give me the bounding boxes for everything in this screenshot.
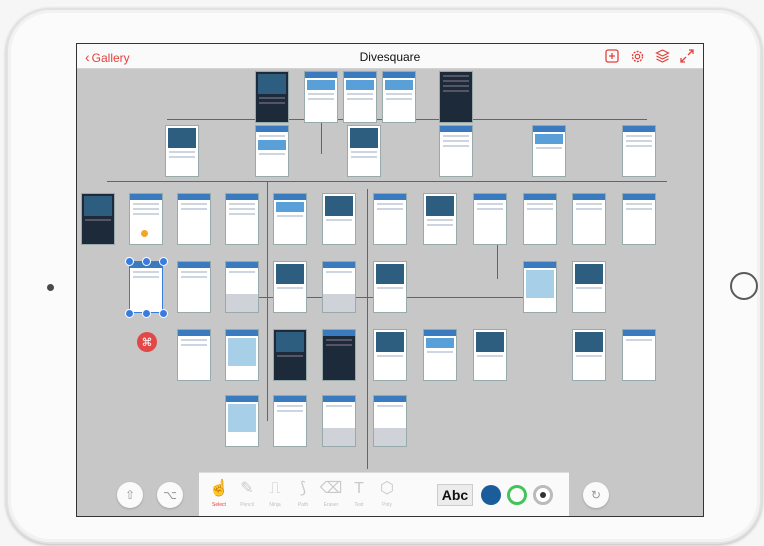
ruler-icon: ⎍: [269, 480, 281, 497]
add-screen-icon[interactable]: [604, 48, 620, 64]
screen-thumbnail[interactable]: [225, 261, 259, 313]
tool-poly[interactable]: ⬡ Poly: [373, 473, 401, 516]
resize-handle[interactable]: [159, 257, 168, 266]
toolbar-icons: [604, 48, 695, 64]
screen-thumbnail[interactable]: [572, 329, 606, 381]
screen-thumbnail[interactable]: [622, 329, 656, 381]
screen-thumbnail[interactable]: [622, 193, 656, 245]
screen-thumbnail[interactable]: [373, 395, 407, 447]
connector-button[interactable]: ⌥: [157, 482, 183, 508]
pencil-icon: ✎: [240, 480, 254, 497]
flow-connector: [267, 181, 268, 421]
tool-pencil[interactable]: ✎ Pencil: [233, 473, 261, 516]
screen-thumbnail[interactable]: [322, 329, 356, 381]
opacity-dot: [540, 492, 546, 498]
screen-thumbnail[interactable]: [382, 71, 416, 123]
screen-thumbnail[interactable]: [439, 125, 473, 177]
screen-thumbnail[interactable]: [473, 193, 507, 245]
selected-screen-thumbnail[interactable]: [129, 261, 163, 313]
screen-thumbnail[interactable]: [177, 261, 211, 313]
fullscreen-icon[interactable]: [679, 48, 695, 64]
upload-button[interactable]: ⇧: [117, 482, 143, 508]
screen-thumbnail[interactable]: [322, 261, 356, 313]
flow-connector: [367, 189, 368, 469]
connector-icon: ⌥: [163, 488, 177, 502]
tool-path[interactable]: ⟆ Path: [289, 473, 317, 516]
front-camera: [47, 284, 54, 291]
app-screen: ‹ Gallery Divesquare ⌘ ⇧ ⌥ ↻ ☝ Select ✎ …: [76, 43, 704, 517]
resize-handle[interactable]: [159, 309, 168, 318]
screen-thumbnail[interactable]: [523, 261, 557, 313]
drawing-toolbar: ☝ Select ✎ Pencil ⎍ Ninja ⟆ Path ⌫ Erase…: [199, 472, 569, 516]
screen-thumbnail[interactable]: [343, 71, 377, 123]
polygon-icon: ⬡: [380, 480, 394, 497]
screen-thumbnail[interactable]: [225, 329, 259, 381]
screen-thumbnail[interactable]: [322, 395, 356, 447]
screen-thumbnail[interactable]: [304, 71, 338, 123]
tool-select[interactable]: ☝ Select: [205, 473, 233, 516]
resize-handle[interactable]: [125, 257, 134, 266]
connection-handle[interactable]: [140, 229, 149, 238]
path-icon: ⟆: [299, 480, 307, 497]
screen-thumbnail[interactable]: [165, 125, 199, 177]
resize-handle[interactable]: [125, 309, 134, 318]
screen-thumbnail[interactable]: [225, 193, 259, 245]
redo-icon: ↻: [590, 488, 602, 502]
text-icon: T: [354, 480, 364, 497]
screen-thumbnail[interactable]: [255, 125, 289, 177]
screen-thumbnail[interactable]: [572, 261, 606, 313]
screen-thumbnail[interactable]: [273, 395, 307, 447]
arrow-up-icon: ⇧: [124, 488, 136, 502]
screen-thumbnail[interactable]: [225, 395, 259, 447]
screen-thumbnail[interactable]: [423, 329, 457, 381]
shortcut-command-button[interactable]: ⌘: [137, 332, 157, 352]
screen-thumbnail[interactable]: [473, 329, 507, 381]
screen-thumbnail[interactable]: [322, 193, 356, 245]
screen-thumbnail[interactable]: [423, 193, 457, 245]
screen-thumbnail[interactable]: [373, 329, 407, 381]
redo-button[interactable]: ↻: [583, 482, 609, 508]
text-style-button[interactable]: Abc: [437, 484, 473, 506]
screen-thumbnail[interactable]: [439, 71, 473, 123]
screen-thumbnail[interactable]: [255, 71, 289, 123]
tool-ninja[interactable]: ⎍ Ninja: [261, 473, 289, 516]
settings-icon[interactable]: [629, 48, 645, 64]
screen-thumbnail[interactable]: [572, 193, 606, 245]
screen-thumbnail[interactable]: [177, 193, 211, 245]
tool-text[interactable]: T Text: [345, 473, 373, 516]
storyboard-canvas[interactable]: ⌘: [77, 69, 703, 516]
screen-thumbnail[interactable]: [523, 193, 557, 245]
screen-thumbnail[interactable]: [81, 193, 115, 245]
opacity-swatch[interactable]: [533, 485, 553, 505]
screen-thumbnail[interactable]: [532, 125, 566, 177]
screen-thumbnail[interactable]: [273, 329, 307, 381]
screen-thumbnail[interactable]: [347, 125, 381, 177]
screen-thumbnail[interactable]: [273, 193, 307, 245]
resize-handle[interactable]: [142, 257, 151, 266]
screen-thumbnail[interactable]: [622, 125, 656, 177]
layers-icon[interactable]: [654, 48, 670, 64]
top-bar: ‹ Gallery Divesquare: [77, 44, 703, 69]
resize-handle[interactable]: [142, 309, 151, 318]
screen-thumbnail[interactable]: [373, 261, 407, 313]
pointer-icon: ☝: [209, 480, 229, 497]
fill-color-swatch[interactable]: [481, 485, 501, 505]
flow-connector: [107, 181, 667, 182]
screen-thumbnail[interactable]: [177, 329, 211, 381]
screen-thumbnail[interactable]: [373, 193, 407, 245]
screen-thumbnail[interactable]: [273, 261, 307, 313]
tool-eraser[interactable]: ⌫ Eraser: [317, 473, 345, 516]
home-button[interactable]: [730, 272, 758, 300]
eraser-icon: ⌫: [319, 480, 343, 497]
stroke-color-swatch[interactable]: [507, 485, 527, 505]
